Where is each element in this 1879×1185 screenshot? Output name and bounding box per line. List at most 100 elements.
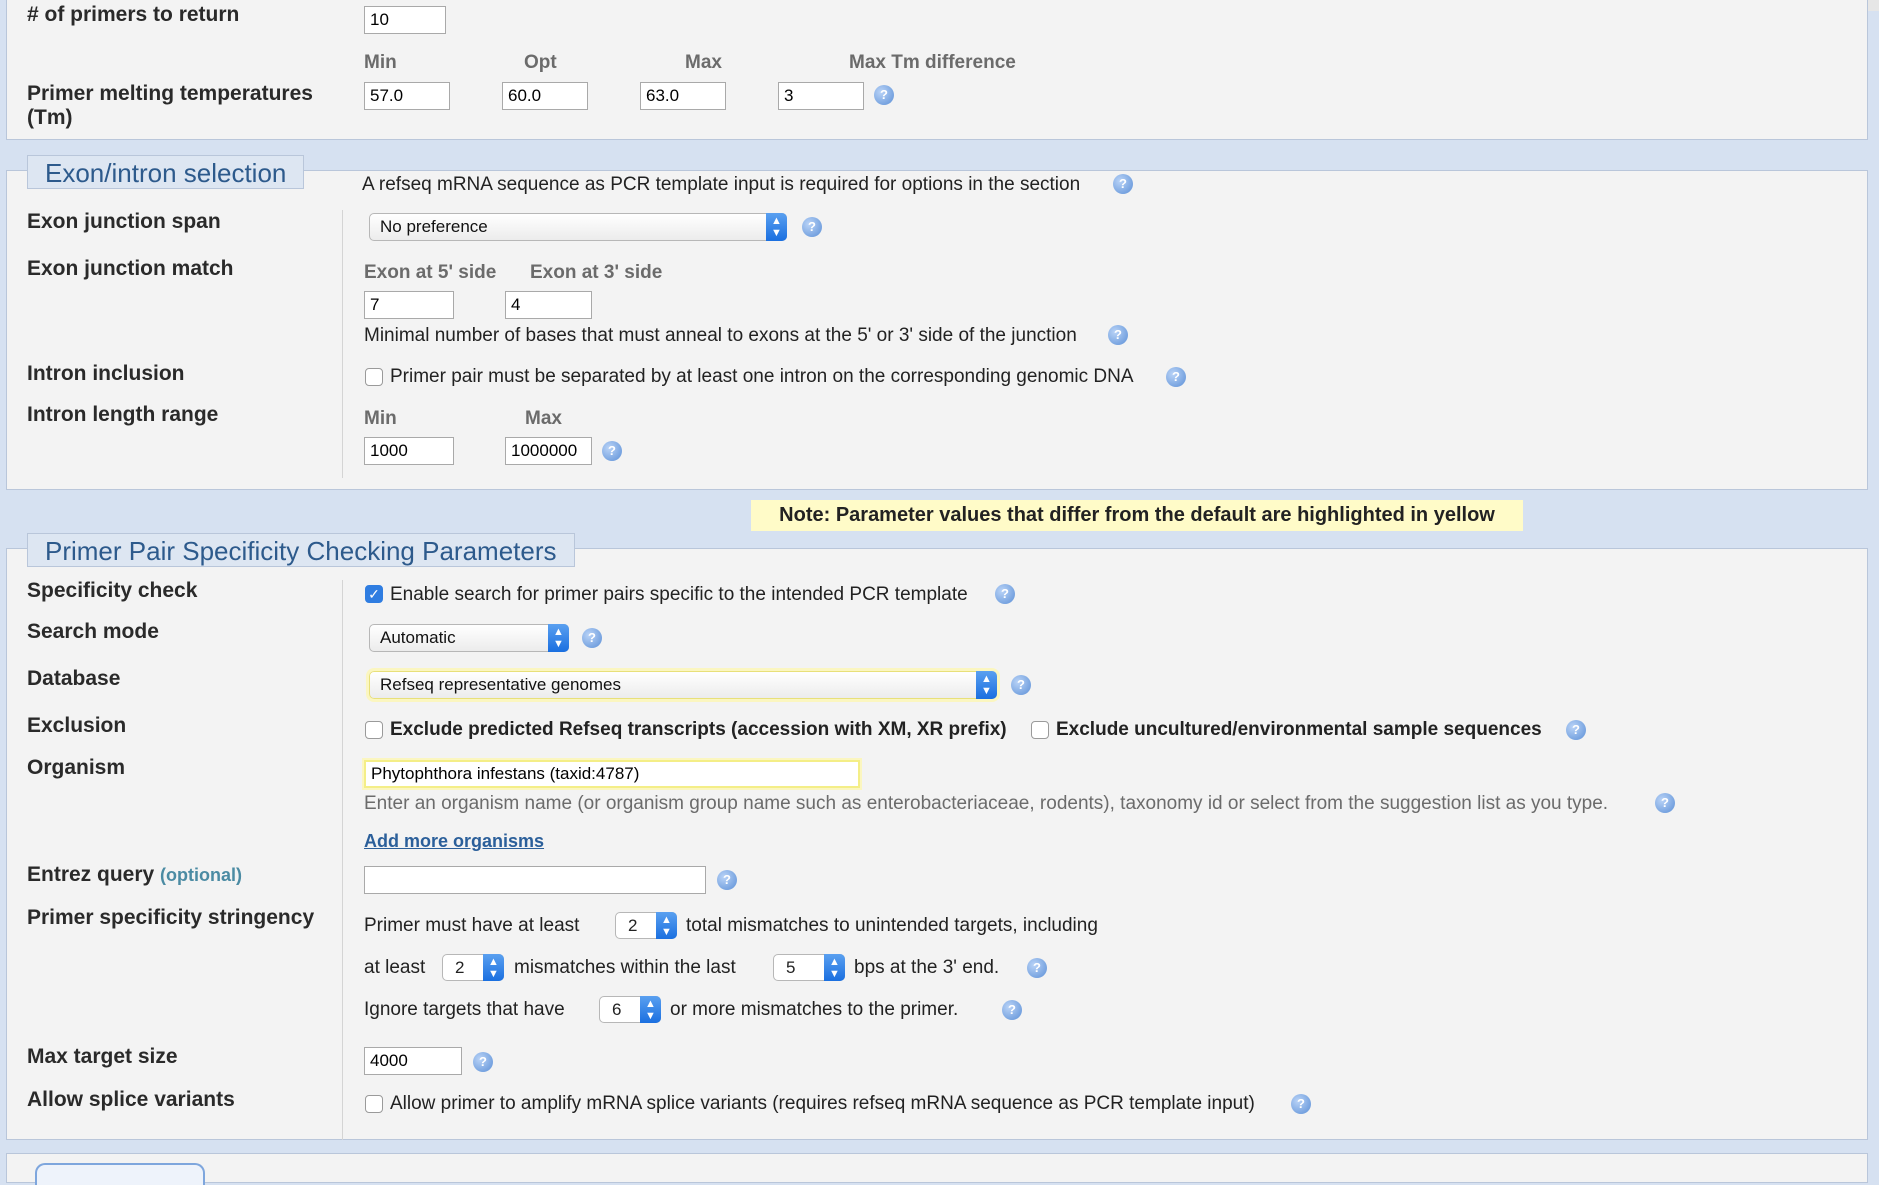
select-arrows-icon: ▲ ▼ [656, 912, 677, 939]
specificity-check-text: Enable search for primer pairs specific … [390, 584, 968, 605]
next-panel [6, 1153, 1868, 1183]
within-mismatches-select[interactable]: 2 ▲ ▼ [442, 954, 504, 981]
tm-min-label: Min [364, 52, 397, 73]
stringency-line3-suffix: or more mismatches to the primer. [670, 999, 959, 1020]
select-arrows-icon: ▲ ▼ [824, 954, 845, 981]
tm-opt-label: Opt [524, 52, 557, 73]
max-target-size-input[interactable] [364, 1047, 462, 1075]
tm-max-label: Max [685, 52, 722, 73]
specificity-check-label: Specificity check [27, 579, 198, 602]
help-icon[interactable]: ? [1002, 1000, 1022, 1020]
organism-hint: Enter an organism name (or organism grou… [364, 793, 1609, 814]
help-icon[interactable]: ? [1011, 675, 1031, 695]
exclude-xm-text: Exclude predicted Refseq transcripts (ac… [390, 719, 1007, 740]
exclude-env-checkbox[interactable] [1031, 721, 1049, 739]
default-highlight-note: Note: Parameter values that differ from … [751, 500, 1523, 531]
tm-opt-input[interactable] [502, 82, 588, 110]
three-side-input[interactable] [505, 291, 592, 319]
intron-inclusion-label: Intron inclusion [27, 362, 185, 385]
junction-span-label: Exon junction span [27, 210, 221, 233]
intron-max-label: Max [525, 408, 562, 429]
tm-diff-label: Max Tm difference [849, 52, 1016, 73]
total-mismatches-select[interactable]: 2 ▲ ▼ [615, 912, 677, 939]
database-value: Refseq representative genomes [380, 675, 621, 694]
intron-inclusion-checkbox[interactable] [365, 368, 383, 386]
help-icon[interactable]: ? [582, 628, 602, 648]
specificity-check-checkbox[interactable]: ✓ [365, 585, 383, 603]
select-arrows-icon: ▲ ▼ [640, 996, 661, 1023]
help-icon[interactable]: ? [473, 1052, 493, 1072]
specificity-legend: Primer Pair Specificity Checking Paramet… [27, 533, 575, 567]
exon-section-note: A refseq mRNA sequence as PCR template i… [362, 174, 1081, 195]
search-mode-label: Search mode [27, 620, 159, 643]
exon-intron-legend: Exon/intron selection [27, 155, 305, 189]
help-icon[interactable]: ? [1166, 367, 1186, 387]
entrez-optional-tag: (optional) [160, 865, 243, 885]
stringency-line1-prefix: Primer must have at least [364, 915, 580, 936]
junction-match-note: Minimal number of bases that must anneal… [364, 325, 1077, 346]
entrez-query-input[interactable] [364, 866, 706, 894]
exclude-xm-checkbox[interactable] [365, 721, 383, 739]
help-icon[interactable]: ? [717, 870, 737, 890]
help-icon[interactable]: ? [1655, 793, 1675, 813]
stringency-line1-suffix: total mismatches to unintended targets, … [686, 915, 1098, 936]
tm-max-input[interactable] [640, 82, 726, 110]
help-icon[interactable]: ? [1113, 174, 1133, 194]
entrez-query-label: Entrez query (optional) [27, 863, 242, 887]
help-icon[interactable]: ? [802, 217, 822, 237]
specificity-panel [6, 548, 1868, 1140]
stringency-line2-suffix: bps at the 3' end. [854, 957, 1000, 978]
help-icon[interactable]: ? [1291, 1094, 1311, 1114]
stringency-line3-prefix: Ignore targets that have [364, 999, 565, 1020]
within-mismatches-value: 2 [455, 958, 465, 977]
last-bps-value: 5 [786, 958, 796, 977]
tm-label: Primer melting temperatures (Tm) [27, 82, 313, 129]
num-primers-input[interactable] [364, 6, 446, 34]
help-icon[interactable]: ? [1027, 958, 1047, 978]
search-mode-select[interactable]: Automatic ▲ ▼ [369, 624, 569, 652]
organism-label: Organism [27, 756, 126, 779]
help-icon[interactable]: ? [995, 584, 1015, 604]
help-icon[interactable]: ? [1108, 325, 1128, 345]
divider [342, 210, 343, 478]
database-select[interactable]: Refseq representative genomes ▲ ▼ [366, 668, 1000, 702]
five-side-input[interactable] [364, 291, 454, 319]
help-icon[interactable]: ? [1566, 720, 1586, 740]
exclusion-label: Exclusion [27, 714, 127, 737]
splice-variants-checkbox[interactable] [365, 1095, 383, 1113]
help-icon[interactable]: ? [874, 85, 894, 105]
select-arrows-icon: ▲ ▼ [483, 954, 504, 981]
submit-button-partial[interactable] [35, 1163, 205, 1185]
junction-span-select[interactable]: No preference ▲ ▼ [369, 213, 787, 241]
splice-variants-text: Allow primer to amplify mRNA splice vari… [390, 1093, 1255, 1114]
select-arrows-icon: ▲ ▼ [548, 624, 569, 652]
add-more-organisms-link[interactable]: Add more organisms [364, 831, 544, 852]
stringency-label: Primer specificity stringency [27, 906, 315, 929]
select-arrows-icon: ▲ ▼ [976, 671, 997, 699]
max-target-size-label: Max target size [27, 1045, 178, 1068]
intron-inclusion-text: Primer pair must be separated by at leas… [390, 366, 1134, 387]
intron-max-input[interactable] [505, 437, 592, 465]
junction-span-value: No preference [380, 217, 488, 236]
intron-min-label: Min [364, 408, 397, 429]
tm-diff-input[interactable] [778, 82, 864, 110]
select-arrows-icon: ▲ ▼ [766, 213, 787, 241]
three-side-label: Exon at 3' side [530, 262, 663, 283]
help-icon[interactable]: ? [602, 441, 622, 461]
stringency-line2-prefix: at least [364, 957, 426, 978]
intron-range-label: Intron length range [27, 403, 219, 426]
tm-min-input[interactable] [364, 82, 450, 110]
splice-variants-label: Allow splice variants [27, 1088, 235, 1111]
total-mismatches-value: 2 [628, 916, 638, 935]
ignore-mismatches-select[interactable]: 6 ▲ ▼ [599, 996, 661, 1023]
exclude-env-text: Exclude uncultured/environmental sample … [1056, 719, 1542, 740]
five-side-label: Exon at 5' side [364, 262, 497, 283]
organism-input[interactable] [362, 758, 862, 790]
last-bps-select[interactable]: 5 ▲ ▼ [773, 954, 845, 981]
ignore-mismatches-value: 6 [612, 1000, 622, 1019]
stringency-line2-middle: mismatches within the last [514, 957, 736, 978]
divider [342, 580, 343, 1140]
database-label: Database [27, 667, 121, 690]
num-primers-label: # of primers to return [27, 3, 240, 26]
intron-min-input[interactable] [364, 437, 454, 465]
